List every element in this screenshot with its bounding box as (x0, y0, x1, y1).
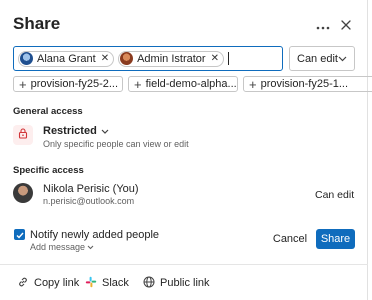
person-role-dropdown[interactable]: Can edit (315, 189, 354, 201)
avatar (120, 52, 134, 65)
suggestion-label: field-demo-alpha... (145, 78, 237, 90)
slack-button[interactable]: Slack (85, 276, 129, 290)
suggested-recipients: + provision-fy25-2... + field-demo-alpha… (13, 76, 372, 92)
chip-name: Alana Grant (37, 52, 96, 65)
general-access-dropdown[interactable]: Restricted (43, 125, 109, 137)
copy-link-button[interactable]: Copy link (17, 276, 79, 290)
avatar (20, 52, 33, 65)
close-icon: ✕ (100, 53, 110, 64)
suggestion-label: provision-fy25-1... (260, 78, 349, 90)
footer-divider (0, 264, 368, 265)
share-dialog: Share Alana Grant ✕ Admin Istrator ✕ Can… (0, 0, 372, 300)
remove-chip-button[interactable]: ✕ (101, 53, 109, 64)
suggestion-label: provision-fy25-2... (30, 78, 119, 90)
chip-name: Admin Istrator (137, 52, 206, 65)
close-icon (341, 17, 351, 35)
dialog-title: Share (13, 14, 61, 33)
specific-access-heading: Specific access (13, 165, 84, 176)
close-button[interactable] (336, 16, 356, 36)
link-icon (17, 276, 29, 291)
text-caret (227, 52, 229, 65)
general-access-description: Only specific people can view or edit (43, 139, 189, 149)
chevron-down-icon (101, 125, 109, 137)
more-horizontal-icon (316, 17, 330, 35)
close-icon: ✕ (210, 53, 219, 64)
add-message-label: Add message (30, 242, 86, 252)
notify-label: Notify newly added people (30, 229, 160, 241)
person-chip: Alana Grant ✕ (18, 50, 115, 67)
permission-dropdown[interactable]: Can edit (289, 46, 355, 71)
general-access-level: Restricted (43, 125, 97, 137)
plus-icon: + (134, 76, 142, 92)
more-options-button[interactable] (313, 16, 333, 36)
plus-icon: + (19, 76, 27, 92)
public-link-label: Public link (160, 277, 210, 289)
cancel-button[interactable]: Cancel (270, 230, 310, 248)
plus-icon: + (249, 76, 257, 92)
public-link-button[interactable]: Public link (143, 276, 210, 290)
people-picker-input[interactable]: Alana Grant ✕ Admin Istrator ✕ (13, 46, 283, 71)
suggestion-chip[interactable]: + provision-fy25-2... (13, 76, 123, 92)
lock-icon (18, 126, 28, 144)
add-message-toggle[interactable]: Add message (30, 242, 94, 252)
person-email: n.perisic@outlook.com (43, 196, 135, 206)
avatar (13, 183, 33, 203)
copy-link-label: Copy link (34, 277, 80, 289)
permission-value: Can edit (297, 52, 338, 65)
person-name: Nikola Perisic (You) (43, 183, 139, 195)
remove-chip-button[interactable]: ✕ (211, 53, 219, 64)
share-button[interactable]: Share (316, 229, 355, 249)
lock-tile (13, 125, 33, 145)
person-chip: Admin Istrator ✕ (118, 50, 224, 67)
chevron-down-icon (87, 242, 94, 252)
checkmark-icon (16, 226, 24, 244)
slack-label: Slack (102, 277, 129, 289)
suggestion-chip[interactable]: + field-demo-alpha... (128, 76, 238, 92)
suggestion-chip[interactable]: + provision-fy25-1... (243, 76, 372, 92)
slack-icon (85, 276, 97, 291)
globe-icon (143, 276, 155, 291)
chevron-down-icon (338, 53, 347, 65)
general-access-heading: General access (13, 106, 83, 117)
notify-checkbox[interactable] (14, 229, 25, 240)
